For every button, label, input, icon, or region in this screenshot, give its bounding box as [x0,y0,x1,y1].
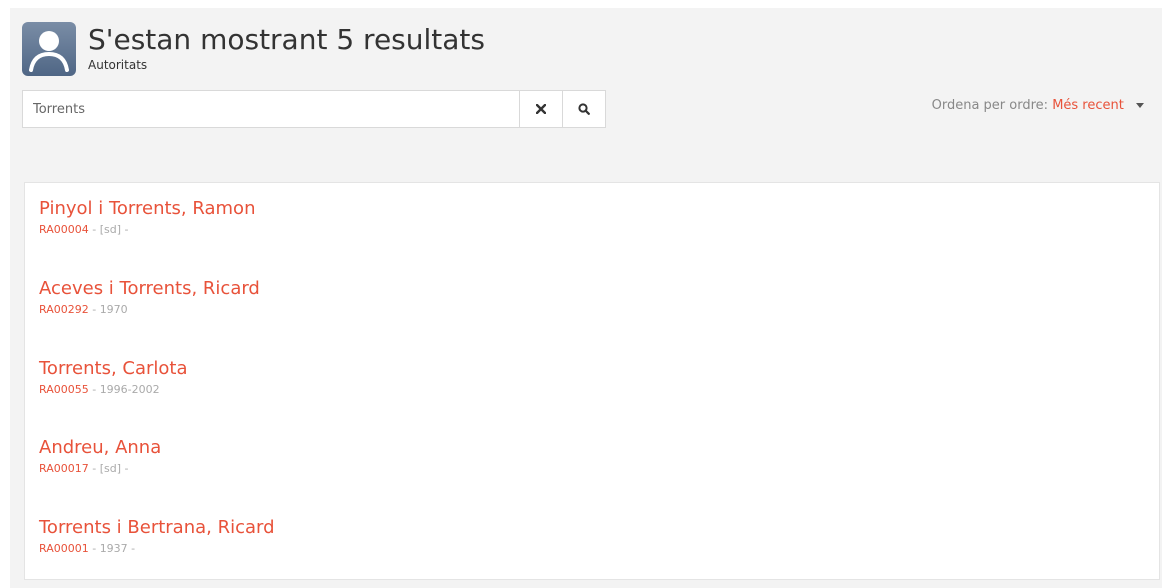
result-meta: RA00001 - 1937 - [39,542,275,556]
sort-value[interactable]: Més recent [1052,98,1124,113]
results-list: Pinyol i Torrents, Ramon RA00004 - [sd] … [24,182,1160,580]
result-id[interactable]: RA00017 [39,462,89,475]
result-title[interactable]: Andreu, Anna [39,437,161,459]
result-separator: - [120,462,129,475]
result-separator: - [88,223,100,236]
close-icon [536,104,546,114]
result-item: Torrents, Carlota RA00055 - 1996-2002 [39,358,188,397]
result-meta: RA00004 - [sd] - [39,223,255,237]
result-separator: - [88,383,100,396]
sort-label: Ordena per ordre: [931,98,1049,113]
page-header: S'estan mostrant 5 resultats Autoritats [22,22,485,76]
result-meta: RA00017 - [sd] - [39,462,161,476]
page-title: S'estan mostrant 5 resultats [88,23,485,56]
search-icon [578,103,590,115]
chevron-down-icon[interactable] [1136,103,1144,108]
result-title[interactable]: Aceves i Torrents, Ricard [39,278,260,300]
result-separator: - [88,542,100,555]
result-date: [sd] [99,223,121,236]
result-separator: - [88,462,100,475]
clear-search-button[interactable] [519,91,562,127]
result-meta: RA00055 - 1996-2002 [39,383,188,397]
result-item: Aceves i Torrents, Ricard RA00292 - 1970 [39,278,260,317]
result-date: 1996-2002 [99,383,160,396]
result-id[interactable]: RA00055 [39,383,89,396]
result-id[interactable]: RA00004 [39,223,89,236]
result-id[interactable]: RA00292 [39,303,89,316]
title-block: S'estan mostrant 5 resultats Autoritats [88,22,485,72]
result-id[interactable]: RA00001 [39,542,89,555]
result-separator: - [127,542,136,555]
sort-control[interactable]: Ordena per ordre: Més recent [932,98,1144,113]
search-box [22,90,606,128]
result-separator: - [120,223,129,236]
result-item: Torrents i Bertrana, Ricard RA00001 - 19… [39,517,275,556]
result-meta: RA00292 - 1970 [39,303,260,317]
result-title[interactable]: Torrents, Carlota [39,358,188,380]
authority-avatar-icon [22,22,76,76]
result-date: 1970 [99,303,128,316]
search-input[interactable] [23,91,519,127]
result-title[interactable]: Torrents i Bertrana, Ricard [39,517,275,539]
result-item: Pinyol i Torrents, Ramon RA00004 - [sd] … [39,198,255,237]
result-date: 1937 [99,542,128,555]
page-subtitle: Autoritats [88,58,148,72]
result-separator: - [88,303,100,316]
result-title[interactable]: Pinyol i Torrents, Ramon [39,198,255,220]
result-item: Andreu, Anna RA00017 - [sd] - [39,437,161,476]
result-date: [sd] [99,462,121,475]
search-button[interactable] [562,91,605,127]
